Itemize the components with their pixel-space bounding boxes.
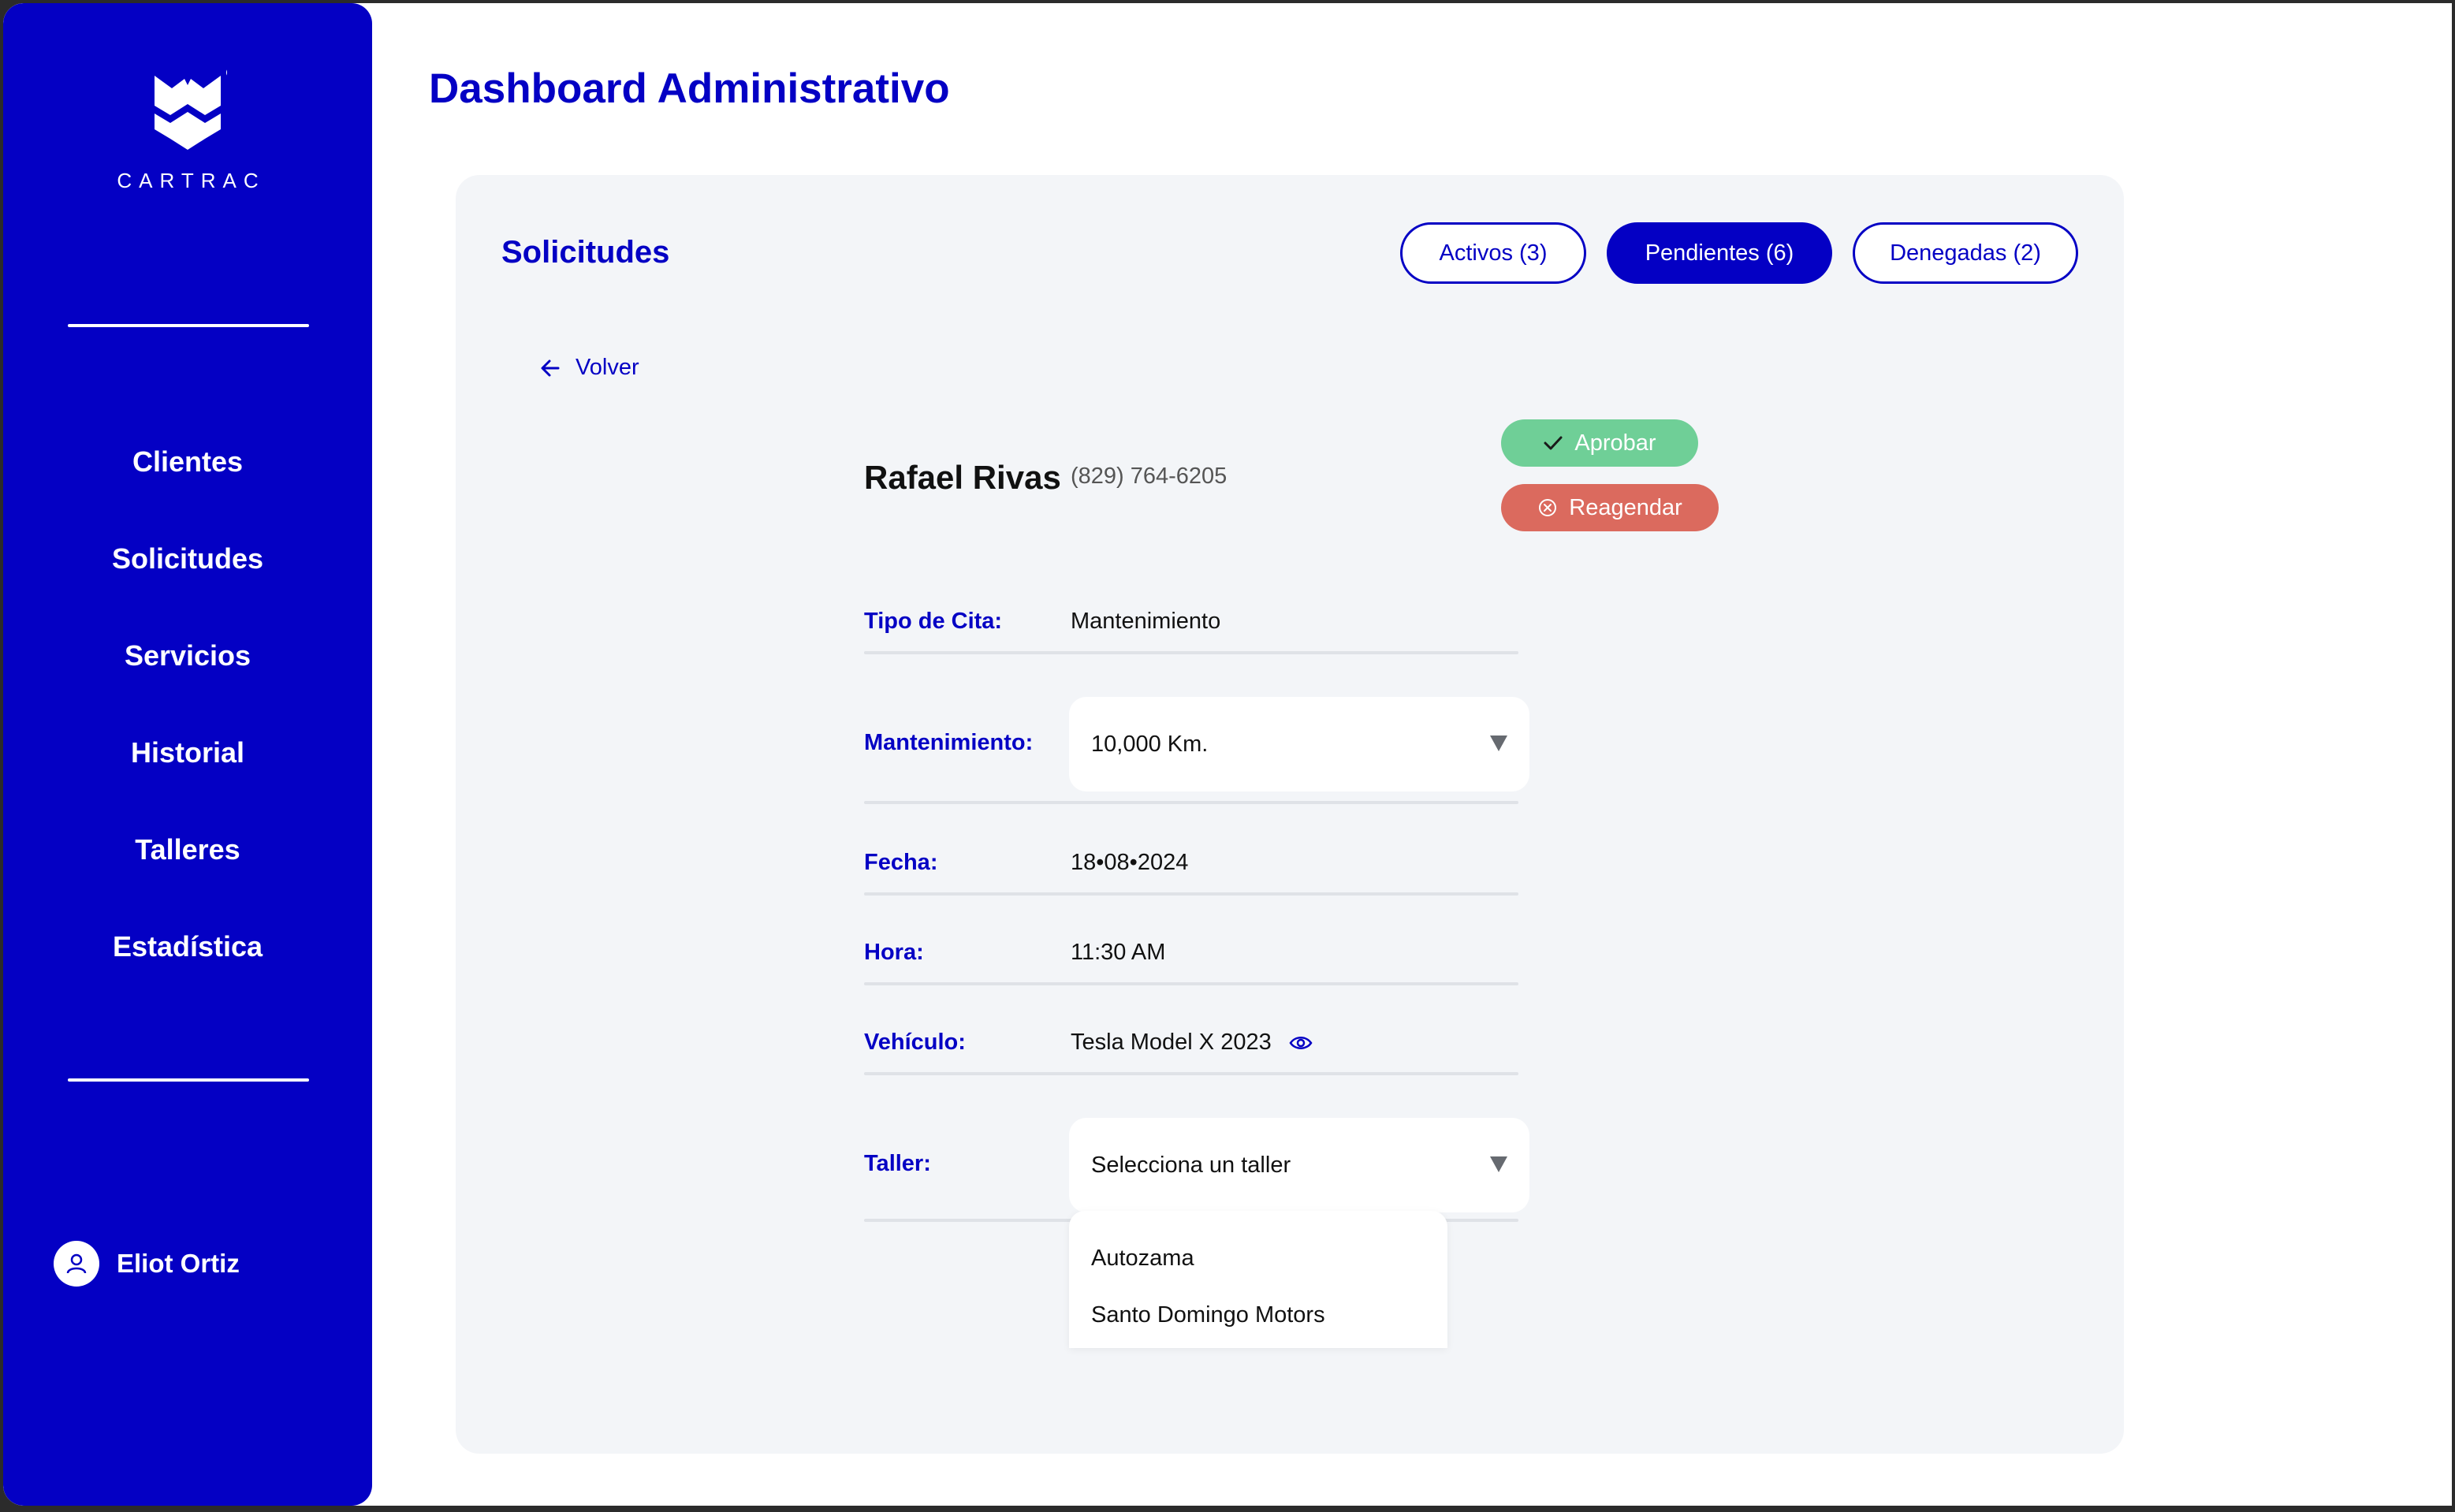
logo-wordmark: CARTRAC <box>117 169 266 192</box>
arrow-left-icon <box>541 359 560 376</box>
vehiculo-field: Tesla Model X 2023 <box>1071 1030 1313 1056</box>
divider <box>864 1072 1518 1075</box>
back-label: Volver <box>576 355 639 380</box>
brand-logo: CARTRAC <box>3 68 372 193</box>
caret-down-icon <box>1490 1156 1507 1172</box>
sidebar-divider-top <box>68 324 309 327</box>
sidebar-nav: Clientes Solicitudes Servicios Historial… <box>3 413 372 995</box>
hora-value: 11:30 AM <box>1071 940 1166 965</box>
mantenimiento-selected-value: 10,000 Km. <box>1091 731 1209 757</box>
approve-label: Aprobar <box>1574 430 1656 456</box>
back-button[interactable]: Volver <box>539 355 639 381</box>
divider <box>864 801 1518 804</box>
taller-placeholder: Selecciona un taller <box>1091 1152 1291 1178</box>
mantenimiento-label: Mantenimiento: <box>864 730 1034 755</box>
requests-panel: Solicitudes Activos (3) Pendientes (6) D… <box>456 175 2124 1454</box>
eye-icon[interactable] <box>1289 1034 1313 1052</box>
sidebar-item-solicitudes[interactable]: Solicitudes <box>3 510 372 607</box>
logo-icon <box>155 69 227 150</box>
user-name: Eliot Ortiz <box>117 1249 240 1278</box>
tipo-cita-label: Tipo de Cita: <box>864 609 1003 634</box>
sidebar-item-estadistica[interactable]: Estadística <box>3 898 372 995</box>
reschedule-button[interactable]: Reagendar <box>1501 484 1719 531</box>
taller-option-santo-domingo-motors[interactable]: Santo Domingo Motors <box>1091 1302 1325 1328</box>
client-name: Rafael Rivas <box>864 459 1061 496</box>
tab-denegadas[interactable]: Denegadas (2) <box>1853 222 2078 284</box>
divider <box>864 892 1518 896</box>
app-window: CARTRAC Clientes Solicitudes Servicios H… <box>3 3 2452 1506</box>
client-phone: (829) 764-6205 <box>1071 464 1228 489</box>
divider <box>864 982 1518 985</box>
approve-button[interactable]: Aprobar <box>1501 419 1698 467</box>
sidebar-item-servicios[interactable]: Servicios <box>3 607 372 704</box>
divider <box>864 651 1518 654</box>
fecha-label: Fecha: <box>864 850 938 875</box>
vehiculo-value: Tesla Model X 2023 <box>1071 1030 1272 1055</box>
taller-label: Taller: <box>864 1151 931 1176</box>
panel-title: Solicitudes <box>501 235 670 270</box>
taller-select[interactable]: Selecciona un taller <box>1069 1118 1529 1212</box>
fecha-value: 18•08•2024 <box>1071 850 1189 875</box>
user-icon <box>54 1241 99 1287</box>
sidebar-item-historial[interactable]: Historial <box>3 704 372 801</box>
x-circle-icon <box>1539 499 1557 516</box>
sidebar-item-talleres[interactable]: Talleres <box>3 801 372 898</box>
reschedule-label: Reagendar <box>1569 494 1682 520</box>
caret-down-icon <box>1490 736 1507 751</box>
mantenimiento-select[interactable]: 10,000 Km. <box>1069 697 1529 791</box>
user-profile[interactable]: Eliot Ortiz <box>54 1241 240 1287</box>
hora-label: Hora: <box>864 940 924 965</box>
sidebar-item-clientes[interactable]: Clientes <box>3 413 372 510</box>
check-icon <box>1544 436 1563 450</box>
taller-dropdown: Autozama Santo Domingo Motors <box>1069 1211 1447 1348</box>
vehiculo-label: Vehículo: <box>864 1030 966 1055</box>
sidebar-divider-bottom <box>68 1078 309 1082</box>
tab-pendientes[interactable]: Pendientes (6) <box>1607 222 1832 284</box>
tipo-cita-value: Mantenimiento <box>1071 609 1221 634</box>
taller-option-autozama[interactable]: Autozama <box>1091 1246 1194 1272</box>
page-title: Dashboard Administrativo <box>429 65 950 112</box>
sidebar: CARTRAC Clientes Solicitudes Servicios H… <box>3 3 372 1506</box>
tab-activos[interactable]: Activos (3) <box>1400 222 1586 284</box>
